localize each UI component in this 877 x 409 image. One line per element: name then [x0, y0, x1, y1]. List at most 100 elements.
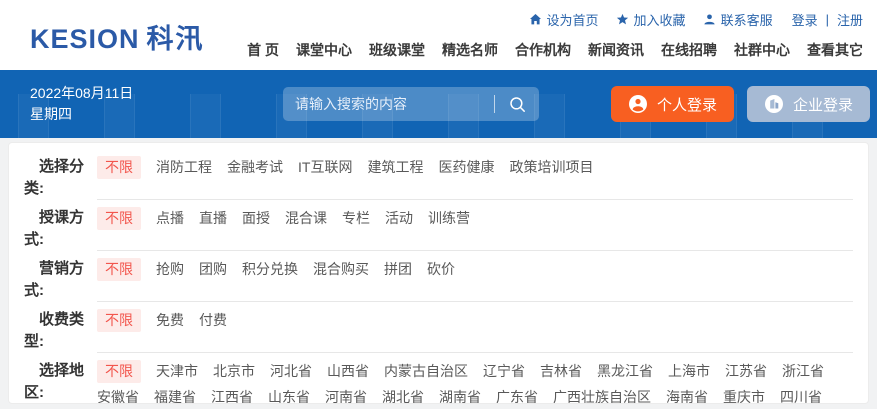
filter-option[interactable]: 山东省	[268, 384, 310, 404]
filter-option[interactable]: 拼团	[384, 256, 412, 282]
star-icon	[616, 13, 629, 26]
filter-option[interactable]: 海南省	[666, 384, 708, 404]
filter-option[interactable]: 免费	[156, 307, 184, 333]
filter-options: 不限消防工程金融考试 IT互联网建筑工程医药健康政策培训项目	[97, 149, 853, 200]
filter-option[interactable]: 不限	[97, 309, 141, 332]
nav-item[interactable]: 在线招聘	[661, 40, 717, 60]
filter-option[interactable]: 辽宁省	[483, 358, 525, 384]
filter-option[interactable]: 砍价	[427, 256, 455, 282]
date-text: 2022年08月11日	[30, 83, 133, 104]
filter-option[interactable]: 训练营	[428, 205, 470, 231]
filter-option[interactable]: 浙江省	[782, 358, 824, 384]
nav-item[interactable]: 课堂中心	[296, 40, 352, 60]
filter-label: 选择地区:	[24, 353, 97, 404]
search-box	[283, 87, 539, 121]
nav-item[interactable]: 查看其它	[807, 40, 863, 60]
filter-option[interactable]: 付费	[199, 307, 227, 333]
filter-option[interactable]: 四川省	[780, 384, 822, 404]
filter-row: 选择分类:不限消防工程金融考试IT互联网建筑工程医药健康政策培训项目	[24, 149, 853, 200]
filter-option[interactable]: 湖北省	[382, 384, 424, 404]
filter-option[interactable]: IT互联网	[298, 154, 352, 180]
utility-link-label: 联系客服	[721, 10, 773, 29]
filter-option[interactable]: 积分兑换	[242, 256, 298, 282]
filter-label: 收费类型:	[24, 302, 97, 353]
filter-option[interactable]: 广西壮族自治区	[553, 384, 651, 404]
filter-option[interactable]: 点播	[156, 205, 184, 231]
login-link[interactable]: 登录	[792, 10, 818, 29]
nav-item[interactable]: 精选名师	[442, 40, 498, 60]
filter-option[interactable]: 广东省	[496, 384, 538, 404]
nav-item[interactable]: 新闻资讯	[588, 40, 644, 60]
filter-option[interactable]: 内蒙古自治区	[384, 358, 468, 384]
filter-option[interactable]: 金融考试	[227, 154, 283, 180]
home-icon	[529, 13, 542, 26]
nav-item[interactable]: 班级课堂	[369, 40, 425, 60]
filter-option[interactable]: 天津市	[156, 358, 198, 384]
date-block: 2022年08月11日 星期四	[30, 83, 133, 125]
filter-options: 不限天津市北京市河北省山西省内蒙古自治区辽宁省吉林省黑龙江省上海市江苏省浙江省安…	[97, 353, 862, 404]
filter-option-line: 不限免费付费	[97, 307, 853, 333]
filter-option[interactable]: 河南省	[325, 384, 367, 404]
filter-option[interactable]: 吉林省	[540, 358, 582, 384]
filter-option[interactable]: 专栏	[342, 205, 370, 231]
filter-option[interactable]: 湖南省	[439, 384, 481, 404]
person-circle-icon	[628, 94, 648, 114]
login-buttons: 个人登录 企业登录	[611, 86, 870, 122]
filter-option[interactable]: 政策培训项目	[509, 154, 593, 180]
logo-text-en: KESION	[30, 24, 140, 54]
utility-link-label: 加入收藏	[634, 10, 686, 29]
filter-options: 不限点播直播面授混合课专栏活动训练营	[97, 200, 853, 251]
service-icon	[703, 13, 716, 26]
filter-option[interactable]: 抢购	[156, 256, 184, 282]
logo[interactable]: KESION科汛	[30, 17, 205, 56]
filter-row: 收费类型:不限免费付费	[24, 302, 853, 353]
filter-option[interactable]: 江西省	[211, 384, 253, 404]
filter-option[interactable]: 江苏省	[725, 358, 767, 384]
nav-item[interactable]: 首 页	[247, 40, 279, 60]
filter-option[interactable]: 建筑工程	[367, 154, 423, 180]
search-icon	[509, 96, 526, 113]
utility-link-设为首页[interactable]: 设为首页	[529, 10, 599, 29]
filter-option[interactable]: 混合课	[285, 205, 327, 231]
filter-option[interactable]: 消防工程	[156, 154, 212, 180]
filter-option[interactable]: 不限	[97, 207, 141, 230]
filter-option[interactable]: 上海市	[668, 358, 710, 384]
filter-option[interactable]: 不限	[97, 258, 141, 281]
utility-link-label: 设为首页	[547, 10, 599, 29]
filter-option[interactable]: 活动	[385, 205, 413, 231]
logo-text-cn: 科汛	[147, 24, 205, 54]
utility-link-加入收藏[interactable]: 加入收藏	[616, 10, 686, 29]
filter-option[interactable]: 北京市	[213, 358, 255, 384]
filter-option[interactable]: 福建省	[154, 384, 196, 404]
utility-link-联系客服[interactable]: 联系客服	[703, 10, 773, 29]
filter-option[interactable]: 重庆市	[723, 384, 765, 404]
filter-option[interactable]: 医药健康	[438, 154, 494, 180]
filter-option[interactable]: 混合购买	[313, 256, 369, 282]
weekday-text: 星期四	[30, 104, 133, 125]
search-input[interactable]	[283, 96, 494, 112]
filter-option-line: 不限消防工程金融考试 IT互联网建筑工程医药健康政策培训项目	[97, 154, 853, 180]
filter-option[interactable]: 黑龙江省	[597, 358, 653, 384]
filter-label: 营销方式:	[24, 251, 97, 302]
filter-option[interactable]: 团购	[199, 256, 227, 282]
filter-option-line: 不限抢购团购积分兑换混合购买拼团砍价	[97, 256, 853, 282]
personal-login-label: 个人登录	[657, 94, 717, 115]
filter-option[interactable]: 直播	[199, 205, 227, 231]
personal-login-button[interactable]: 个人登录	[611, 86, 734, 122]
nav-item[interactable]: 社群中心	[734, 40, 790, 60]
register-link[interactable]: 注册	[837, 10, 863, 29]
banner: 2022年08月11日 星期四 个人登录	[0, 70, 877, 138]
nav-item[interactable]: 合作机构	[515, 40, 571, 60]
filter-option[interactable]: 河北省	[270, 358, 312, 384]
main-nav: 首 页课堂中心班级课堂精选名师合作机构新闻资讯在线招聘社群中心查看其它	[247, 40, 863, 60]
filter-option[interactable]: 不限	[97, 360, 141, 383]
enterprise-login-label: 企业登录	[793, 94, 853, 115]
filter-options: 不限免费付费	[97, 302, 853, 353]
filter-option[interactable]: 不限	[97, 156, 141, 179]
enterprise-login-button[interactable]: 企业登录	[747, 86, 870, 122]
filter-option[interactable]: 山西省	[327, 358, 369, 384]
filter-option-line: 安徽省福建省江西省山东省河南省湖北省湖南省广东省广西壮族自治区海南省重庆市四川省	[97, 384, 862, 404]
filter-option[interactable]: 安徽省	[97, 384, 139, 404]
search-button[interactable]	[495, 87, 539, 121]
filter-option[interactable]: 面授	[242, 205, 270, 231]
